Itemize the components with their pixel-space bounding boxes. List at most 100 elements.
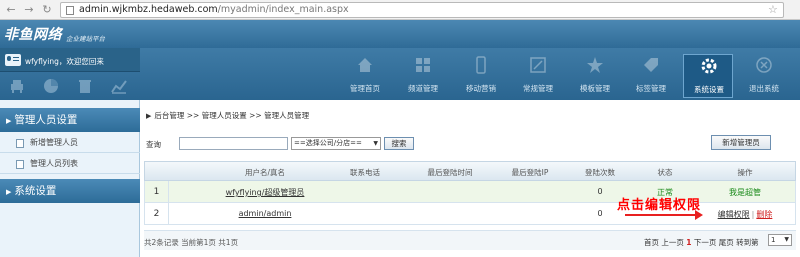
pager-goto-label: 转到第 bbox=[736, 238, 759, 247]
col-phone: 联系电话 bbox=[350, 168, 380, 177]
pager-prev[interactable]: 上一页 bbox=[661, 238, 684, 247]
nav-item-label: 退出系统 bbox=[749, 84, 779, 93]
home-icon bbox=[358, 58, 372, 72]
brand-logo: 非鱼网络 bbox=[4, 27, 62, 43]
pie-chart-icon[interactable] bbox=[42, 77, 60, 95]
nav-item-label: 标签管理 bbox=[636, 84, 666, 93]
row-logins: 0 bbox=[597, 209, 603, 218]
line-chart-icon[interactable] bbox=[110, 77, 128, 95]
arrow-icon: ▶ bbox=[146, 112, 152, 120]
nav-item-label: 管理首页 bbox=[350, 84, 380, 93]
col-status: 状态 bbox=[657, 168, 673, 177]
chevron-down-icon: ▼ bbox=[784, 236, 789, 243]
sidebar: ▶ 管理人员设置 新增管理人员 管理人员列表 ▶ 系统设置 bbox=[0, 100, 140, 257]
company-select[interactable]: ==选择公司/分店== ▼ bbox=[291, 137, 381, 150]
nav-item[interactable]: 常规管理 bbox=[513, 54, 563, 98]
welcome-text: wfyflying，欢迎您回来 bbox=[25, 57, 104, 66]
row-ops: 编辑权限 | 删除 bbox=[705, 209, 785, 220]
grid-icon bbox=[416, 58, 430, 72]
sidebar-section-admin[interactable]: ▶ 管理人员设置 bbox=[0, 108, 140, 132]
page-select[interactable]: 1 ▼ bbox=[768, 234, 792, 246]
chair-icon[interactable] bbox=[8, 77, 26, 95]
col-user: 用户名/真名 bbox=[244, 168, 286, 177]
nav-item[interactable]: 系统设置 bbox=[683, 54, 733, 98]
nav-item[interactable]: 模板管理 bbox=[570, 54, 620, 98]
col-last-time: 最后登陆时间 bbox=[427, 168, 473, 177]
edit-permission-link[interactable]: 编辑权限 bbox=[718, 210, 750, 219]
mobile-icon bbox=[476, 56, 486, 74]
pager-first[interactable]: 首页 bbox=[644, 238, 659, 247]
gear-icon bbox=[701, 58, 717, 74]
breadcrumb: ▶ 后台管理 >> 管理人员设置 >> 管理人员管理 bbox=[146, 110, 309, 121]
row-logins: 0 bbox=[597, 187, 603, 196]
trash-icon[interactable] bbox=[76, 77, 94, 95]
chevron-down-icon: ▼ bbox=[373, 140, 378, 147]
sidebar-item-admin-list[interactable]: 管理人员列表 bbox=[0, 154, 140, 174]
triangle-icon: ▶ bbox=[6, 188, 12, 196]
col-ops: 操作 bbox=[737, 168, 753, 177]
pager-current: 1 bbox=[686, 238, 692, 247]
op-separator: | bbox=[751, 210, 755, 219]
sidebar-section-label: 管理人员设置 bbox=[14, 114, 78, 126]
sidebar-item-label: 管理人员列表 bbox=[30, 159, 78, 168]
nav-item[interactable]: 退出系统 bbox=[739, 54, 789, 98]
nav-item[interactable]: 管理首页 bbox=[340, 54, 390, 98]
breadcrumb-text: 后台管理 >> 管理人员设置 >> 管理人员管理 bbox=[154, 111, 310, 120]
search-row: 查询 ==选择公司/分店== ▼ 搜索 新增管理员 bbox=[146, 135, 796, 151]
table-footer: 共2条记录 当前第1页 共1页 首页 上一页 1 下一页 尾页 转到第 1 ▼ bbox=[144, 230, 796, 250]
forward-icon[interactable]: → bbox=[22, 3, 36, 17]
nav-item[interactable]: 移动营销 bbox=[456, 54, 506, 98]
nav-item-label: 频道管理 bbox=[408, 84, 438, 93]
browser-toolbar: ← → ↻ admin.wjkmbz.hedaweb.com/myadmin/i… bbox=[0, 0, 800, 20]
row-index: 1 bbox=[145, 181, 169, 203]
tag-icon bbox=[644, 58, 658, 72]
exit-icon bbox=[756, 57, 772, 73]
reload-icon[interactable]: ↻ bbox=[40, 3, 54, 17]
search-input[interactable] bbox=[179, 137, 288, 150]
row-user[interactable]: wfyflying/超级管理员 bbox=[205, 187, 325, 198]
nav-item-label: 移动营销 bbox=[466, 84, 496, 93]
user-card-icon bbox=[5, 54, 21, 66]
user-bar: wfyflying，欢迎您回来 bbox=[0, 48, 140, 72]
url-path: /myadmin/index_main.aspx bbox=[217, 4, 349, 15]
company-select-value: ==选择公司/分店== bbox=[294, 139, 362, 147]
edit-icon bbox=[530, 57, 546, 73]
pager: 首页 上一页 1 下一页 尾页 转到第 bbox=[644, 237, 759, 248]
pager-last[interactable]: 尾页 bbox=[719, 238, 734, 247]
row-index: 2 bbox=[145, 203, 169, 225]
back-icon[interactable]: ← bbox=[4, 3, 18, 17]
record-summary: 共2条记录 当前第1页 共1页 bbox=[144, 238, 239, 247]
col-logins: 登陆次数 bbox=[585, 168, 615, 177]
brand-subtitle: 企业建站平台 bbox=[66, 35, 105, 43]
page-icon bbox=[66, 6, 74, 15]
nav-item-label: 系统设置 bbox=[694, 85, 724, 94]
sidebar-section-label: 系统设置 bbox=[14, 185, 57, 197]
page-select-value: 1 bbox=[771, 236, 776, 244]
add-admin-button[interactable]: 新增管理员 bbox=[711, 135, 771, 150]
app-header: 非鱼网络 企业建站平台 bbox=[0, 20, 800, 48]
callout-arrow bbox=[625, 214, 697, 216]
sidebar-item-add-admin[interactable]: 新增管理人员 bbox=[0, 133, 140, 153]
delete-link[interactable]: 删除 bbox=[756, 210, 772, 219]
search-button[interactable]: 搜索 bbox=[384, 137, 414, 150]
address-bar[interactable]: admin.wjkmbz.hedaweb.com/myadmin/index_m… bbox=[60, 2, 784, 18]
pager-next[interactable]: 下一页 bbox=[694, 238, 717, 247]
table-header: 用户名/真名 联系电话 最后登陆时间 最后登陆IP 登陆次数 状态 操作 bbox=[144, 161, 796, 181]
sidebar-section-system[interactable]: ▶ 系统设置 bbox=[0, 179, 140, 203]
col-last-ip: 最后登陆IP bbox=[511, 168, 549, 177]
nav-item-label: 模板管理 bbox=[580, 84, 610, 93]
row-user[interactable]: admin/admin bbox=[205, 209, 325, 218]
nav-item[interactable]: 频道管理 bbox=[398, 54, 448, 98]
row-op-super: 我是超管 bbox=[729, 188, 761, 197]
bookmark-star-icon[interactable]: ☆ bbox=[768, 3, 778, 16]
document-icon bbox=[16, 139, 24, 148]
triangle-icon: ▶ bbox=[6, 117, 12, 125]
star-icon bbox=[587, 57, 603, 73]
document-icon bbox=[16, 160, 24, 169]
quick-icons bbox=[0, 73, 140, 100]
nav-item[interactable]: 标签管理 bbox=[626, 54, 676, 98]
search-label: 查询 bbox=[146, 140, 161, 149]
arrow-head-icon bbox=[695, 210, 703, 220]
main-content: ▶ 后台管理 >> 管理人员设置 >> 管理人员管理 查询 ==选择公司/分店==… bbox=[141, 100, 800, 257]
nav-item-label: 常规管理 bbox=[523, 84, 553, 93]
